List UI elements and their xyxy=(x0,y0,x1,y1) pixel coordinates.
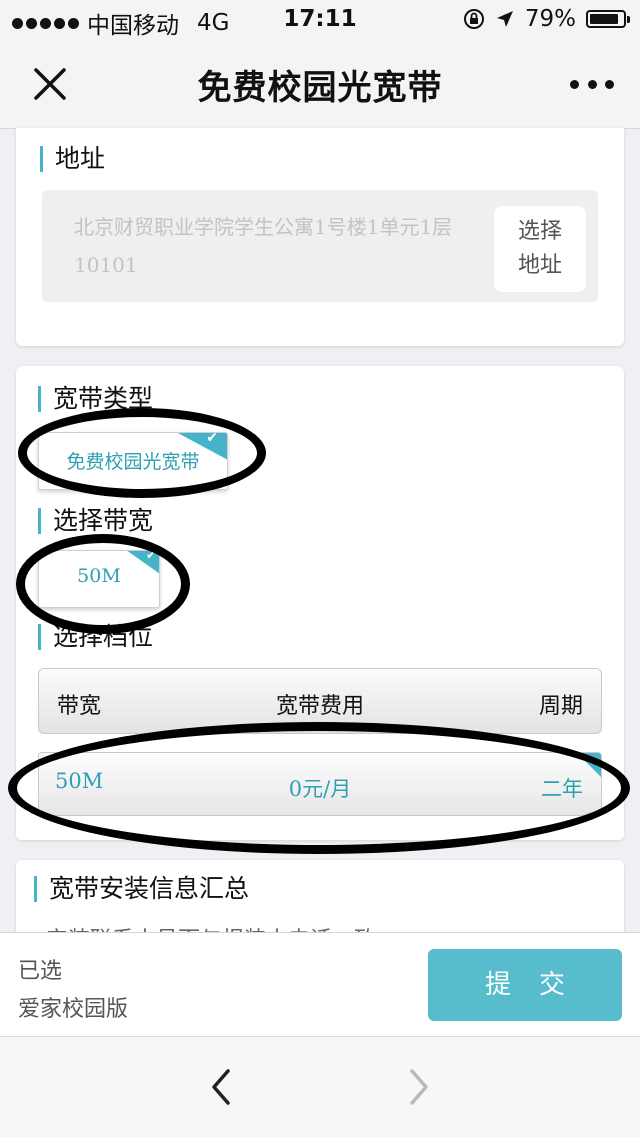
page-title: 免费校园光宽带 xyxy=(197,68,443,108)
address-field[interactable]: 北京财贸职业学院学生公寓1号楼1单元1层10101 选择地址 xyxy=(42,190,598,302)
header-fee: 宽带费用 xyxy=(275,694,364,719)
status-bar: 中国移动 4G 17:11 79% xyxy=(0,0,640,40)
selected-check-icon: ✔ xyxy=(176,433,227,460)
broadband-type-heading: 宽带类型 xyxy=(38,386,153,412)
address-card: 地址 北京财贸职业学院学生公寓1号楼1单元1层10101 选择地址 xyxy=(16,128,624,346)
location-arrow-icon xyxy=(496,11,513,27)
selected-check-icon: ✔ xyxy=(126,551,159,574)
bottom-bar: 已选 爱家校园版 提交 xyxy=(0,932,640,1037)
nav-bar: 免费校园光宽带 xyxy=(0,40,640,129)
selected-corner-icon xyxy=(576,753,601,778)
summary-heading: 宽带安装信息汇总 xyxy=(34,876,249,902)
bandwidth-option[interactable]: 50M ✔ xyxy=(38,550,160,608)
forward-icon[interactable] xyxy=(398,1067,438,1107)
address-value: 北京财贸职业学院学生公寓1号楼1单元1层10101 xyxy=(74,215,453,277)
tier-table-header: 带宽 宽带费用 周期 xyxy=(38,668,602,734)
selected-value: 爱家校园版 xyxy=(18,997,129,1022)
submit-button[interactable]: 提交 xyxy=(428,949,622,1021)
header-period: 周期 xyxy=(538,694,583,719)
broadband-type-option[interactable]: 免费校园光宽带 ✔ xyxy=(38,432,228,490)
back-icon[interactable] xyxy=(202,1067,242,1107)
address-heading: 地址 xyxy=(40,146,105,172)
select-address-button[interactable]: 选择地址 xyxy=(494,206,586,292)
battery-percent: 79% xyxy=(524,6,576,32)
select-address-label: 选择地址 xyxy=(517,219,562,278)
tier-row[interactable]: 50M 0元/月 二年 xyxy=(38,752,602,816)
more-menu-icon[interactable] xyxy=(570,66,614,102)
bandwidth-heading: 选择带宽 xyxy=(38,508,153,534)
battery-icon xyxy=(586,10,630,28)
broadband-card: 宽带类型 免费校园光宽带 ✔ 选择带宽 50M ✔ 选择档位 带宽 宽带费用 周… xyxy=(16,366,624,840)
rotation-lock-icon xyxy=(463,9,484,29)
selected-label: 已选 xyxy=(18,959,63,984)
browser-toolbar xyxy=(0,1036,640,1137)
status-right: 79% xyxy=(463,6,630,32)
tier-heading: 选择档位 xyxy=(38,624,153,650)
row-fee: 0元/月 xyxy=(288,777,352,801)
